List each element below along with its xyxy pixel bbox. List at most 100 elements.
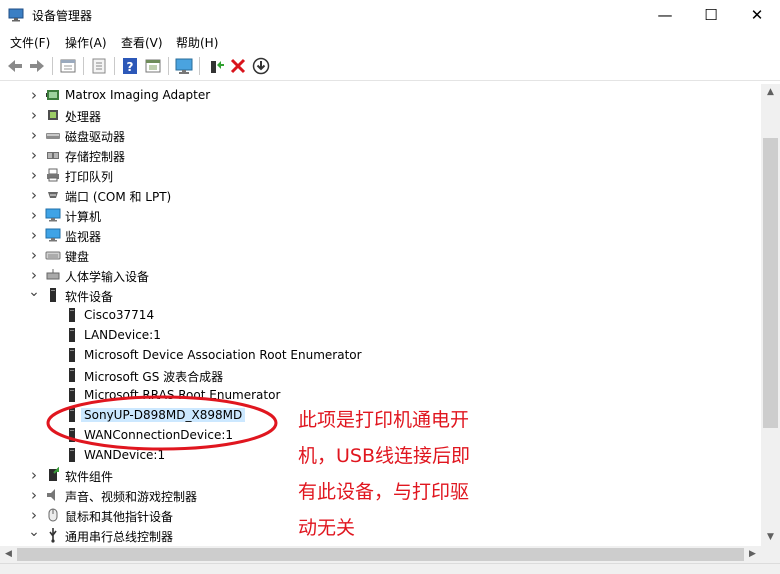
tree-node[interactable]: › 键盘 [0,245,761,265]
tree-node-label: Microsoft RRAS Root Enumerator [84,388,281,402]
tree-node[interactable]: › Matrox Imaging Adapter [0,85,761,105]
menu-action[interactable]: 操作(A) [65,34,107,51]
minimize-button[interactable]: — [642,0,688,30]
software-device-icon [69,428,75,442]
scroll-down-button[interactable]: ▼ [761,529,780,546]
vertical-scroll-thumb[interactable] [763,138,778,428]
tree-node-label: SonyUP-D898MD_X898MD [81,408,246,422]
annotation-line: 机，USB线连接后即 [298,445,471,467]
disk-drive-icon [46,133,60,139]
tree-node[interactable]: › 人体学输入设备 [0,265,761,285]
tree-node-label: 磁盘驱动器 [65,130,126,144]
tree-node[interactable]: › 存储控制器 [0,145,761,165]
menu-file[interactable]: 文件(F) [10,34,50,51]
annotation-line: 动无关 [298,517,356,539]
monitor-icon [45,228,61,242]
tree-node[interactable]: › 端口 (COM 和 LPT) [0,185,761,205]
tree-node-label: LANDevice:1 [84,328,161,342]
chevron-right-icon[interactable]: › [28,208,40,223]
tree-node-label: 鼠标和其他指针设备 [65,510,174,524]
software-device-icon [69,348,75,362]
storage-controller-icon [47,152,59,159]
tree-node[interactable]: Microsoft GS 波表合成器 [0,365,761,385]
svg-text:?: ? [127,60,134,74]
status-bar [0,563,780,574]
forward-arrow-icon[interactable] [27,56,47,76]
chevron-right-icon[interactable]: › [28,168,40,183]
chevron-right-icon[interactable]: › [28,248,40,263]
chevron-right-icon[interactable]: › [28,88,40,103]
help-icon[interactable]: ? [120,56,140,76]
menu-help[interactable]: 帮助(H) [176,34,218,51]
tree-node[interactable]: › 计算机 [0,205,761,225]
menu-view[interactable]: 查看(V) [121,34,163,51]
tree-node[interactable]: › 磁盘驱动器 [0,125,761,145]
chevron-right-icon[interactable]: › [28,108,40,123]
add-driver-icon[interactable] [205,56,225,76]
annotation-text: 此项是打印机通电开 机，USB线连接后即 有此设备，与打印驱 动无关 [298,402,498,546]
tree-node-label: 人体学输入设备 [65,270,150,284]
software-device-icon [50,288,56,302]
window-title: 设备管理器 [32,9,93,23]
tree-node[interactable]: LANDevice:1 [0,325,761,345]
hid-icon [46,269,60,280]
usb-icon [49,528,57,543]
tree-node-label: Cisco37714 [84,308,155,322]
maximize-button[interactable]: ☐ [688,0,734,30]
monitor-scan-icon[interactable] [174,56,194,76]
back-arrow-icon[interactable] [5,56,25,76]
chevron-right-icon[interactable]: › [28,228,40,243]
tree-node-label: 监视器 [65,230,102,244]
tree-node[interactable]: › 处理器 [0,105,761,125]
chevron-right-icon[interactable]: › [28,268,40,283]
chevron-right-icon[interactable]: › [28,148,40,163]
chevron-down-icon[interactable]: ⌄ [28,525,40,539]
chevron-right-icon[interactable]: › [28,468,40,483]
software-device-icon [69,328,75,342]
properties-view-icon[interactable] [58,56,78,76]
tree-node-label: 打印队列 [65,170,114,184]
tree-node[interactable]: Cisco37714 [0,305,761,325]
tree-node[interactable]: ⌄ 软件设备 [0,285,761,305]
software-device-icon [69,388,75,402]
toolbar: ? [0,52,780,81]
chevron-right-icon[interactable]: › [28,128,40,143]
tree-node-label: Microsoft Device Association Root Enumer… [84,348,362,362]
scroll-left-button[interactable]: ◀ [0,546,17,563]
software-device-icon [69,408,75,422]
chevron-down-icon[interactable]: ⌄ [28,285,40,299]
vertical-scrollbar[interactable]: ▲ ▼ [761,84,780,546]
scroll-up-button[interactable]: ▲ [761,84,780,101]
processor-icon [48,110,58,120]
tree-node-label: 声音、视频和游戏控制器 [65,490,198,504]
device-manager-icon [8,8,24,22]
device-view-icon[interactable] [143,56,163,76]
title-bar: 设备管理器 — ☐ ✕ [0,0,780,30]
tree-node[interactable]: › 打印队列 [0,165,761,185]
horizontal-scrollbar[interactable]: ◀ ▶ [0,546,761,563]
update-driver-icon[interactable] [89,56,109,76]
close-button[interactable]: ✕ [734,0,780,30]
horizontal-scroll-thumb[interactable] [17,548,744,561]
tree-node-label: Microsoft GS 波表合成器 [84,370,224,384]
scroll-right-button[interactable]: ▶ [744,546,761,563]
speaker-icon [47,489,55,501]
chevron-right-icon[interactable]: › [28,488,40,503]
adapter-icon [46,90,59,100]
chevron-right-icon[interactable]: › [28,188,40,203]
tree-node-label: 软件组件 [65,470,114,484]
tree-node-label: 端口 (COM 和 LPT) [65,190,172,204]
software-component-icon [49,467,59,481]
printer-icon [47,168,59,182]
tree-node-label: 存储控制器 [65,150,126,164]
download-driver-icon[interactable] [251,56,271,76]
tree-node-label: 键盘 [65,250,90,264]
software-device-icon [69,308,75,322]
tree-node[interactable]: Microsoft Device Association Root Enumer… [0,345,761,365]
tree-node-label: WANConnectionDevice:1 [84,428,234,442]
tree-node[interactable]: › 监视器 [0,225,761,245]
computer-icon [45,208,61,222]
annotation-line: 此项是打印机通电开 [298,409,470,431]
uninstall-x-icon[interactable] [228,56,248,76]
chevron-right-icon[interactable]: › [28,508,40,523]
